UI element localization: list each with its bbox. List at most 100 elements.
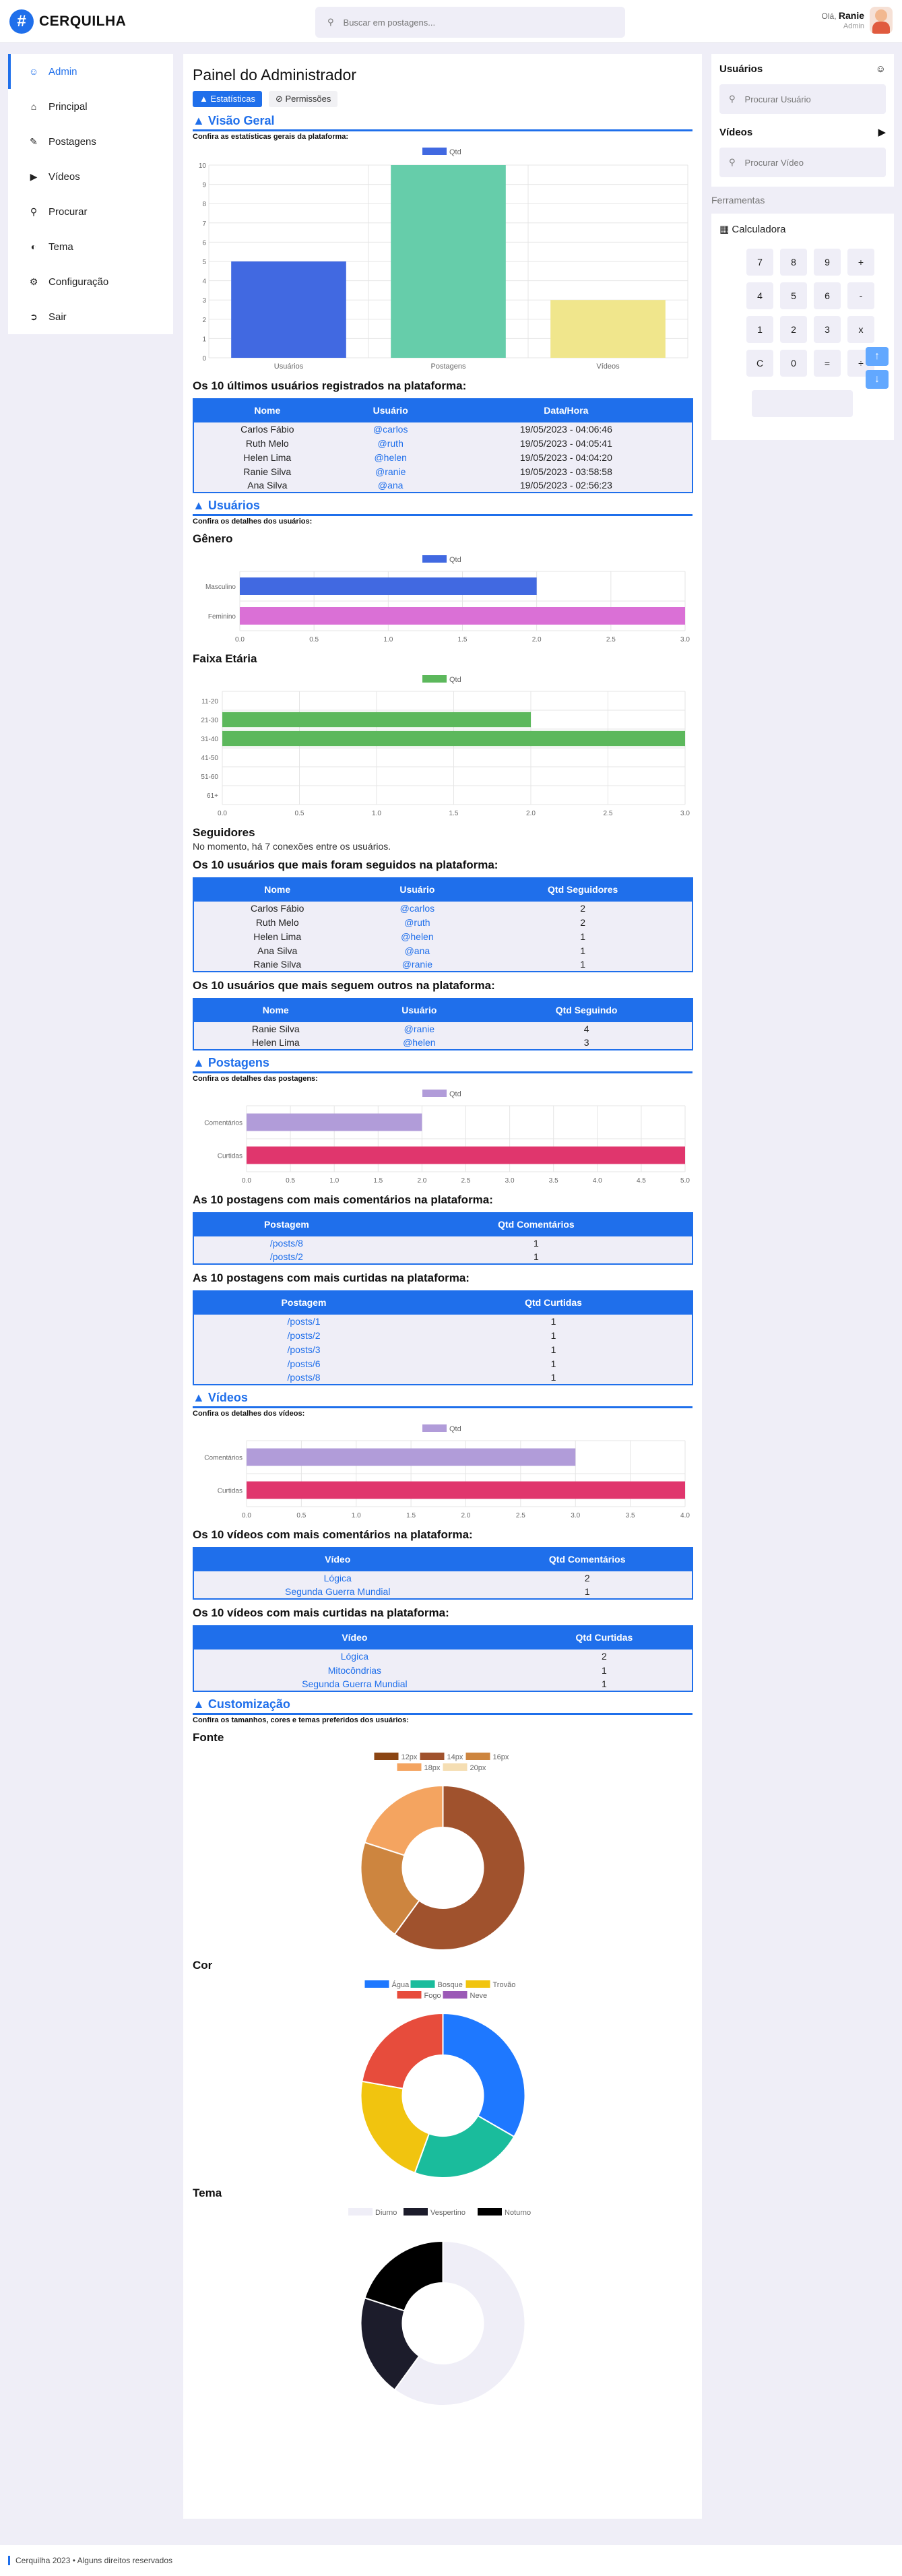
table-link[interactable]: @ruth (378, 438, 404, 449)
tick-label: 0.5 (286, 1177, 295, 1185)
legend-label: Qtd (449, 556, 461, 564)
slice-fogo (361, 2012, 444, 2090)
legend-swatch (410, 1980, 435, 1988)
brand-logo[interactable]: # CERQUILHA (9, 9, 126, 34)
calc-key[interactable]: 8 (780, 249, 807, 276)
table-link[interactable]: Lógica (324, 1573, 352, 1583)
footer: Cerquilha 2023 • Alguns direitos reserva… (0, 2545, 902, 2576)
table-header: Nome (192, 998, 359, 1022)
section-videos: ▲ Vídeos (193, 1391, 692, 1408)
arrow-up-button[interactable]: ↑ (866, 347, 889, 366)
calc-key[interactable]: = (814, 350, 841, 377)
table-link[interactable]: Mitocôndrias (328, 1665, 381, 1676)
tick-label: 0.0 (242, 1512, 251, 1519)
table-header: Nome (192, 877, 362, 902)
table-link[interactable]: @carlos (373, 424, 408, 435)
table-cell: @ranie (340, 464, 440, 478)
table-row: /posts/8 1 (193, 1236, 694, 1250)
calc-key[interactable]: 7 (746, 249, 773, 276)
table-cell: Ana Silva (192, 943, 362, 957)
table-link[interactable]: /posts/8 (287, 1372, 320, 1383)
sidebar-item-label: Principal (49, 100, 88, 113)
table-link[interactable]: @ana (405, 945, 430, 956)
table-link[interactable]: /posts/8 (270, 1238, 303, 1249)
category-label: 61+ (207, 792, 218, 800)
calc-key[interactable]: 9 (814, 249, 841, 276)
table-cell: /posts/1 (193, 1314, 414, 1328)
legend-swatch (374, 1753, 399, 1760)
table-link[interactable]: Lógica (341, 1651, 368, 1662)
calc-key[interactable]: 6 (814, 282, 841, 309)
sidebar-item-sair[interactable]: ➲ Sair (8, 299, 173, 334)
table-row: /posts/2 1 (193, 1250, 694, 1265)
table-link[interactable]: @carlos (400, 903, 435, 914)
sidebar-item-configuracao[interactable]: ⚙ Configuração (8, 264, 173, 299)
table-header: Data/Hora (439, 398, 694, 422)
calc-key[interactable]: 0 (780, 350, 807, 377)
table-link[interactable]: /posts/1 (287, 1316, 320, 1327)
table-cell: 2 (472, 915, 693, 929)
tick-label: 9 (202, 182, 206, 189)
legend-label: 14px (447, 1753, 463, 1761)
calc-key[interactable]: x (847, 316, 874, 343)
table-link[interactable]: @ranie (402, 959, 432, 970)
calc-key[interactable]: + (847, 249, 874, 276)
search-input[interactable]: ⚲ Buscar em postagens... (315, 7, 625, 38)
table-link[interactable]: /posts/2 (287, 1330, 320, 1341)
calc-key[interactable]: - (847, 282, 874, 309)
sidebar-item-procurar[interactable]: ⚲ Procurar (8, 194, 173, 229)
calc-key[interactable]: 4 (746, 282, 773, 309)
table-cell: Segunda Guerra Mundial (192, 1585, 482, 1600)
category-label: Vídeos (596, 363, 620, 371)
table-link[interactable]: @helen (401, 931, 433, 942)
category-label: Comentários (204, 1455, 243, 1462)
table-link[interactable]: @ranie (404, 1024, 434, 1034)
sidebar-item-tema[interactable]: ◐ Tema (8, 229, 173, 264)
avatar[interactable] (870, 7, 893, 34)
table-row: Lógica 2 (192, 1571, 693, 1585)
video-icon: ▶ (878, 127, 886, 138)
table-cell: 19/05/2023 - 04:06:46 (439, 422, 694, 436)
arrow-down-button[interactable]: ↓ (866, 370, 889, 389)
legend-swatch (465, 1980, 490, 1988)
table-cell: @ranie (357, 1022, 481, 1036)
tab-permissions[interactable]: ⊘ Permissões (268, 91, 338, 107)
sidebar-item-principal[interactable]: ⌂ Principal (8, 89, 173, 124)
calc-key[interactable]: 5 (780, 282, 807, 309)
bar-vídeos (550, 300, 666, 358)
table-link[interactable]: @helen (374, 452, 406, 463)
calc-key[interactable]: 2 (780, 316, 807, 343)
legend-label: Noturno (505, 2209, 531, 2217)
sidebar-item-videos[interactable]: ▶ Vídeos (8, 159, 173, 194)
tick-label: 3.0 (571, 1512, 580, 1519)
calc-key[interactable]: 3 (814, 316, 841, 343)
legend-swatch (443, 1763, 468, 1771)
table-cell: Lógica (193, 1649, 516, 1663)
user-search-input[interactable]: ⚲ Procurar Usuário (719, 84, 886, 114)
table-row: Ana Silva @ana 1 (192, 943, 693, 957)
table-link[interactable]: Segunda Guerra Mundial (302, 1678, 407, 1689)
sidebar-item-postagens[interactable]: ✎ Postagens (8, 124, 173, 159)
table-link[interactable]: @ana (378, 480, 404, 491)
calc-key[interactable]: 1 (746, 316, 773, 343)
tick-label: 5 (202, 259, 206, 266)
table-link[interactable]: Segunda Guerra Mundial (285, 1586, 390, 1597)
table-cell: @carlos (360, 901, 474, 915)
calc-key[interactable]: C (746, 350, 773, 377)
calculator-icon: ▦ (719, 224, 730, 235)
sidebar-item-admin[interactable]: ☺ Admin (8, 54, 173, 89)
videos-search-title: Vídeos (719, 126, 753, 138)
table-link[interactable]: @helen (403, 1037, 435, 1048)
legend-label: Qtd (449, 148, 461, 156)
bar-comentários (247, 1113, 422, 1131)
table-link[interactable]: /posts/6 (287, 1358, 320, 1369)
video-search-input[interactable]: ⚲ Procurar Vídeo (719, 148, 886, 177)
table-link[interactable]: /posts/3 (287, 1344, 320, 1355)
table-link[interactable]: /posts/2 (270, 1251, 303, 1262)
user-menu[interactable]: Olá, Ranie Admin (822, 7, 893, 34)
table-row: Ranie Silva @ranie 4 (192, 1022, 693, 1036)
tab-statistics[interactable]: ▲ Estatísticas (193, 91, 262, 107)
table-link[interactable]: @ranie (375, 466, 406, 477)
search-panel: Usuários ☺ ⚲ Procurar Usuário Vídeos ▶ ⚲ Pro… (711, 54, 894, 187)
table-link[interactable]: @ruth (404, 917, 430, 928)
